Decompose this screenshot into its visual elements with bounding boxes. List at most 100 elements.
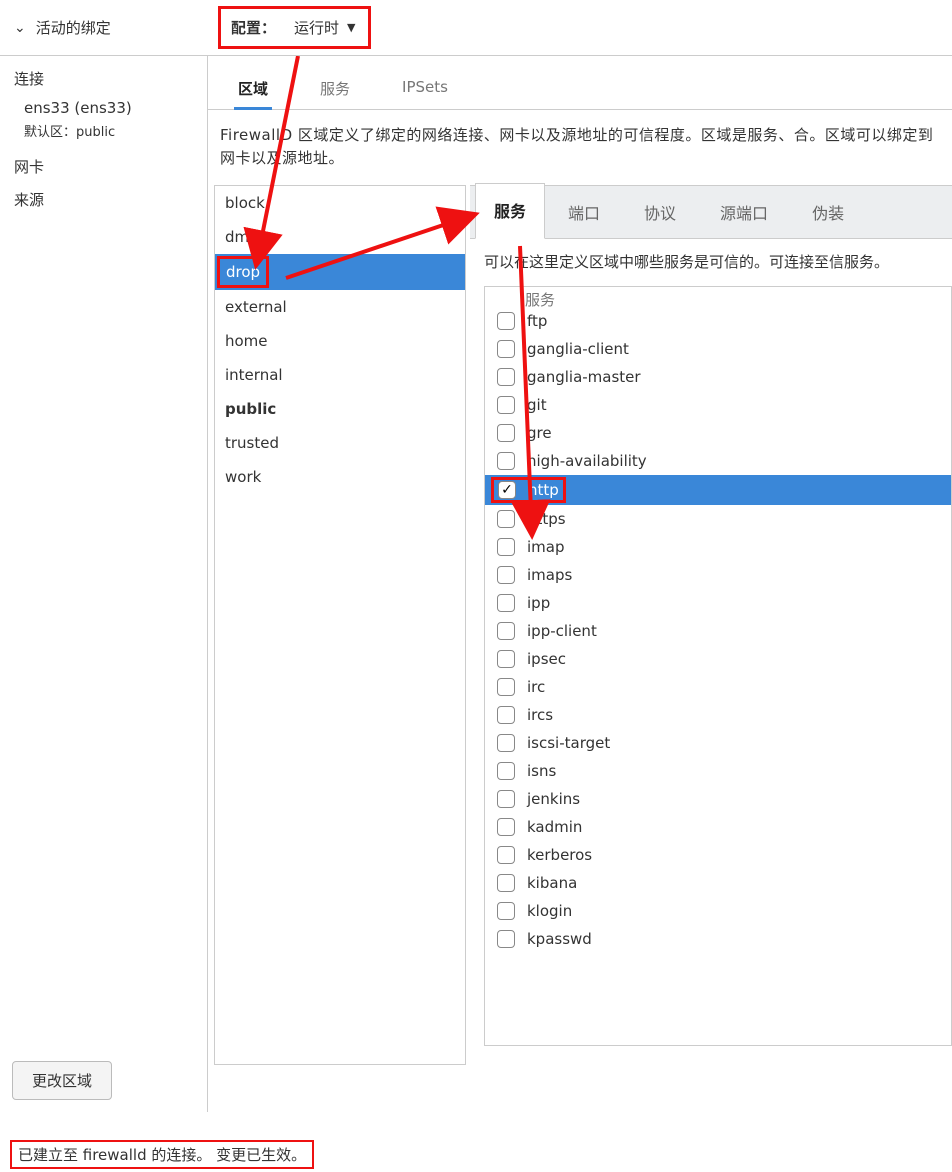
service-label: ipsec: [527, 650, 566, 668]
service-row-kpasswd[interactable]: kpasswd: [485, 925, 951, 953]
service-checkbox[interactable]: [497, 340, 515, 358]
services-column-header: 服务: [521, 289, 559, 310]
service-checkbox[interactable]: [497, 452, 515, 470]
service-checkbox[interactable]: [497, 818, 515, 836]
service-checkbox[interactable]: [497, 424, 515, 442]
service-label: ipp: [527, 594, 550, 612]
config-label: 配置：: [223, 11, 284, 44]
subtab-services[interactable]: 服务: [475, 183, 545, 239]
zone-item-public[interactable]: public: [215, 392, 465, 426]
service-label: https: [527, 510, 566, 528]
service-checkbox[interactable]: [497, 706, 515, 724]
service-checkbox[interactable]: [497, 650, 515, 668]
service-row-iscsi-target[interactable]: iscsi-target: [485, 729, 951, 757]
service-row-jenkins[interactable]: jenkins: [485, 785, 951, 813]
service-row-gre[interactable]: gre: [485, 419, 951, 447]
service-row-kibana[interactable]: kibana: [485, 869, 951, 897]
subtab-protocols[interactable]: 协议: [626, 186, 694, 238]
service-row-imaps[interactable]: imaps: [485, 561, 951, 589]
service-row-http[interactable]: http: [485, 475, 951, 505]
service-label: ganglia-master: [527, 368, 641, 386]
zone-item-dmz[interactable]: dmz: [215, 220, 465, 254]
service-row-ircs[interactable]: ircs: [485, 701, 951, 729]
service-checkbox[interactable]: [497, 622, 515, 640]
active-bindings-header[interactable]: ⌄ 活动的绑定: [0, 0, 208, 55]
service-row-isns[interactable]: isns: [485, 757, 951, 785]
service-checkbox[interactable]: [497, 874, 515, 892]
service-label: klogin: [527, 902, 572, 920]
service-checkbox[interactable]: [497, 678, 515, 696]
service-checkbox[interactable]: [498, 481, 516, 499]
service-row-ganglia-master[interactable]: ganglia-master: [485, 363, 951, 391]
service-row-ganglia-client[interactable]: ganglia-client: [485, 335, 951, 363]
zone-item-block[interactable]: block: [215, 186, 465, 220]
service-row-kerberos[interactable]: kerberos: [485, 841, 951, 869]
service-label: gre: [527, 424, 552, 442]
service-checkbox[interactable]: [497, 312, 515, 330]
service-row-ipp-client[interactable]: ipp-client: [485, 617, 951, 645]
caret-down-icon: ▼: [347, 21, 355, 34]
sidebar-default-zone: 默认区：public: [8, 119, 199, 150]
tab-zones[interactable]: 区域: [228, 72, 278, 109]
service-label: git: [527, 396, 547, 414]
zone-item-trusted[interactable]: trusted: [215, 426, 465, 460]
service-label: ircs: [527, 706, 553, 724]
services-description: 可以在这里定义区域中哪些服务是可信的。可连接至信服务。: [470, 239, 952, 282]
service-checkbox[interactable]: [497, 368, 515, 386]
service-row-ipsec[interactable]: ipsec: [485, 645, 951, 673]
service-row-irc[interactable]: irc: [485, 673, 951, 701]
service-label: imap: [527, 538, 565, 556]
zones-list[interactable]: blockdmzdropexternalhomeinternalpublictr…: [214, 185, 466, 1065]
service-row-high-availability[interactable]: high-availability: [485, 447, 951, 475]
tab-ipsets[interactable]: IPSets: [392, 72, 458, 109]
service-label: kerberos: [527, 846, 592, 864]
zone-item-work[interactable]: work: [215, 460, 465, 494]
service-checkbox[interactable]: [497, 930, 515, 948]
active-bindings-label: 活动的绑定: [36, 17, 111, 38]
tab-services[interactable]: 服务: [310, 72, 360, 109]
service-row-git[interactable]: git: [485, 391, 951, 419]
service-label: kadmin: [527, 818, 582, 836]
service-row-ipp[interactable]: ipp: [485, 589, 951, 617]
service-checkbox[interactable]: [497, 846, 515, 864]
sidebar-connections-header: 连接: [8, 64, 199, 97]
chevron-down-icon: ⌄: [14, 20, 26, 36]
service-checkbox[interactable]: [497, 734, 515, 752]
service-checkbox[interactable]: [497, 566, 515, 584]
service-checkbox[interactable]: [497, 538, 515, 556]
services-list[interactable]: ftp ganglia-client ganglia-master git gre hig…: [485, 287, 951, 1045]
service-label: isns: [527, 762, 556, 780]
subtab-ports[interactable]: 端口: [550, 186, 618, 238]
service-checkbox[interactable]: [497, 790, 515, 808]
service-checkbox[interactable]: [497, 396, 515, 414]
service-label: kpasswd: [527, 930, 592, 948]
service-label: high-availability: [527, 452, 647, 470]
service-checkbox[interactable]: [497, 510, 515, 528]
subtab-source-ports[interactable]: 源端口: [702, 186, 786, 238]
config-select[interactable]: 运行时 ▼: [284, 11, 365, 44]
service-checkbox[interactable]: [497, 902, 515, 920]
service-row-imap[interactable]: imap: [485, 533, 951, 561]
service-label: http: [528, 481, 559, 499]
sidebar-nic-header: 网卡: [8, 150, 199, 183]
service-label: ipp-client: [527, 622, 597, 640]
zone-item-external[interactable]: external: [215, 290, 465, 324]
service-checkbox[interactable]: [497, 594, 515, 612]
service-label: kibana: [527, 874, 577, 892]
config-value: 运行时: [294, 17, 339, 38]
service-row-kadmin[interactable]: kadmin: [485, 813, 951, 841]
service-label: ganglia-client: [527, 340, 629, 358]
change-zone-button[interactable]: 更改区域: [12, 1061, 112, 1100]
zone-item-drop[interactable]: drop: [215, 254, 465, 290]
service-checkbox[interactable]: [497, 762, 515, 780]
sidebar-interface[interactable]: ens33 (ens33): [8, 97, 199, 119]
zone-item-home[interactable]: home: [215, 324, 465, 358]
subtab-masquerade[interactable]: 伪装: [794, 186, 862, 238]
sidebar-source-header: 来源: [8, 183, 199, 216]
service-row-ftp[interactable]: ftp: [485, 307, 951, 335]
service-row-https[interactable]: https: [485, 505, 951, 533]
service-row-klogin[interactable]: klogin: [485, 897, 951, 925]
zone-item-internal[interactable]: internal: [215, 358, 465, 392]
service-label: imaps: [527, 566, 572, 584]
service-label: irc: [527, 678, 545, 696]
